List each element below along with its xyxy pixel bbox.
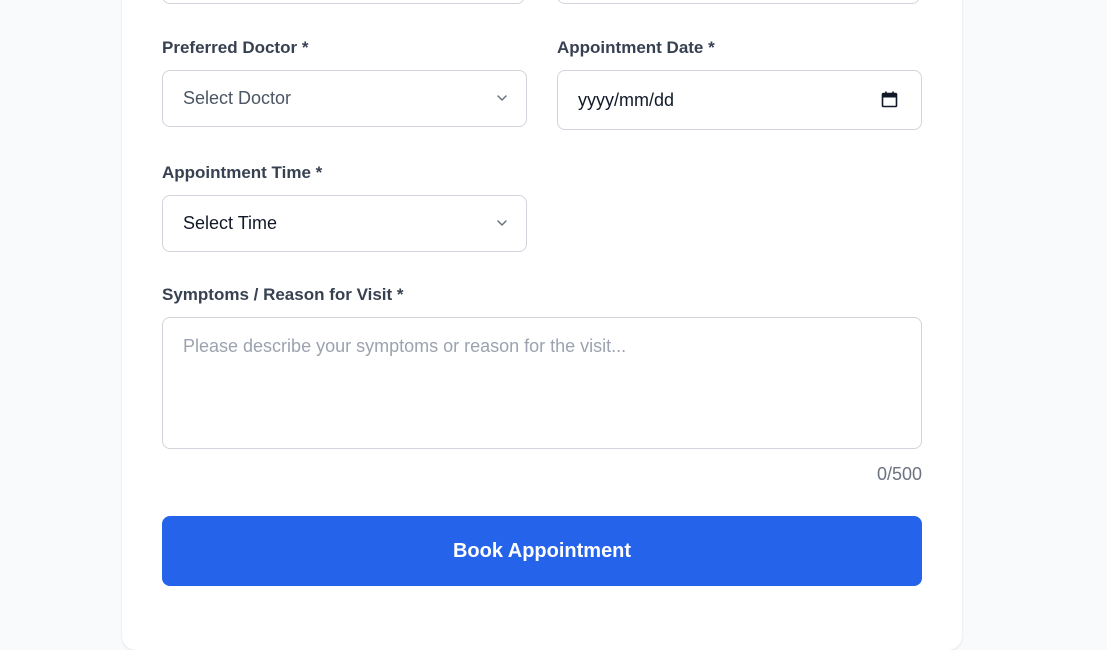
appointment-date-input[interactable]: yyyy/mm/dd	[557, 70, 922, 130]
chevron-down-icon	[497, 219, 507, 226]
symptoms-textarea[interactable]: Please describe your symptoms or reason …	[162, 317, 922, 449]
preferred-doctor-label: Preferred Doctor *	[162, 38, 309, 57]
appointment-time-label: Appointment Time *	[162, 163, 323, 182]
previous-field-left[interactable]	[162, 0, 525, 4]
chevron-down-icon	[497, 94, 507, 101]
appointment-time-value: Select Time	[183, 213, 278, 233]
preferred-doctor-select[interactable]: Select Doctor	[162, 70, 527, 127]
character-counter: 0/500	[876, 464, 922, 484]
appointment-time-select[interactable]: Select Time	[162, 195, 527, 252]
appointment-date-label: Appointment Date *	[557, 38, 715, 57]
symptoms-label: Symptoms / Reason for Visit *	[162, 285, 404, 304]
symptoms-placeholder: Please describe your symptoms or reason …	[183, 336, 627, 356]
preferred-doctor-value: Select Doctor	[183, 88, 292, 108]
book-appointment-label: Book Appointment	[452, 539, 632, 562]
appointment-date-value: yyyy/mm/dd	[578, 89, 675, 110]
previous-field-right[interactable]	[557, 0, 920, 4]
book-appointment-button[interactable]: Book Appointment	[162, 516, 922, 586]
calendar-icon[interactable]	[881, 91, 898, 108]
